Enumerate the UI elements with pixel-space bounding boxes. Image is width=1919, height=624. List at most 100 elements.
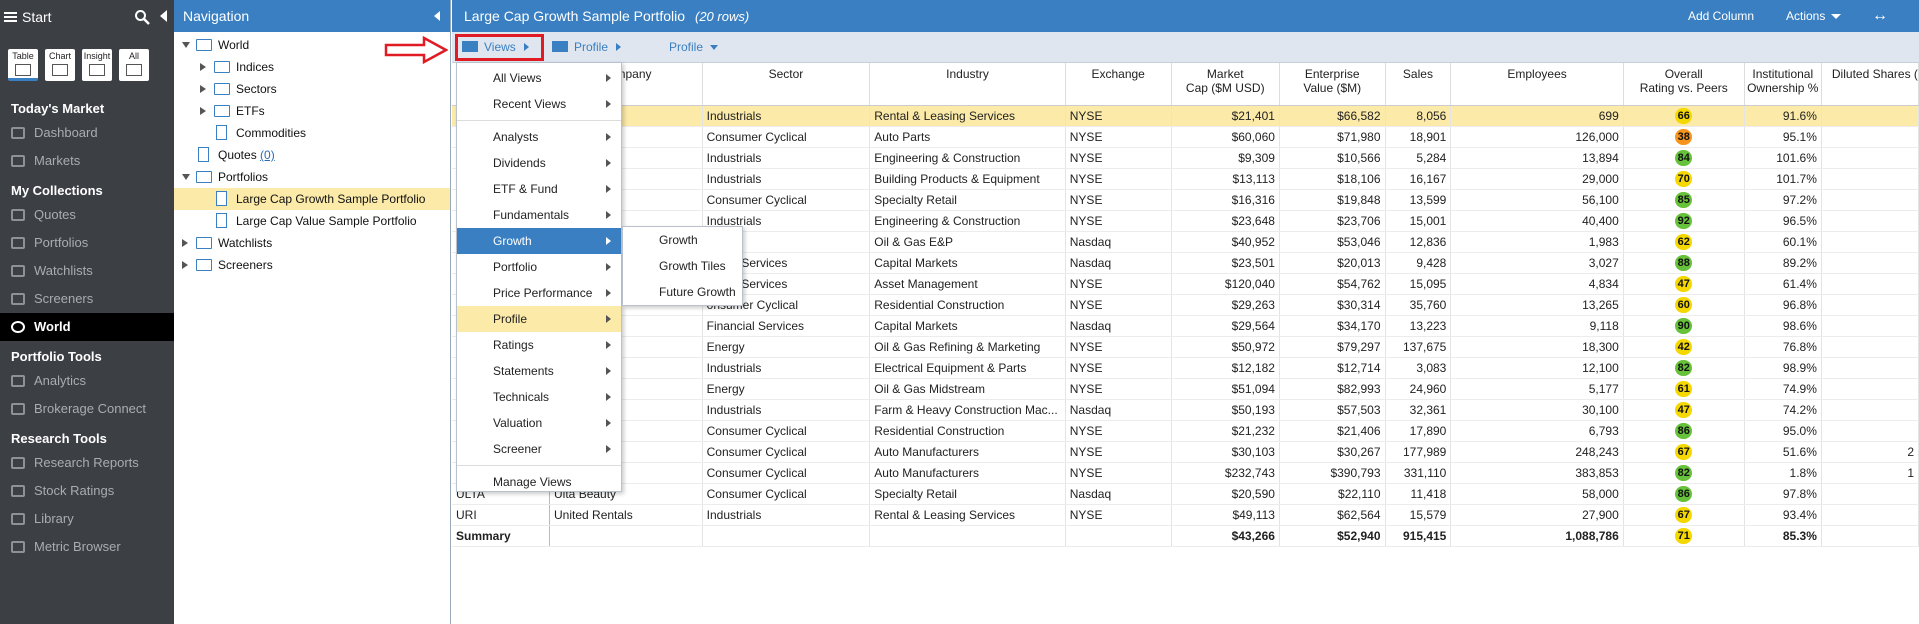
table-row[interactable]: ULTA Ulta Beauty Consumer Cyclical Specialt… xyxy=(452,483,1919,505)
column-header-sector[interactable]: Sector xyxy=(702,63,871,106)
sidebar-item-screeners[interactable]: Screeners xyxy=(0,285,174,313)
collapse-navigation-icon[interactable] xyxy=(434,11,440,21)
search-icon[interactable] xyxy=(134,9,150,25)
menu-item-valuation[interactable]: Valuation xyxy=(457,410,621,436)
column-header-exchange[interactable]: Exchange xyxy=(1065,63,1172,106)
submenu-item-growth-tiles[interactable]: Growth Tiles xyxy=(623,253,742,279)
column-header-sales[interactable]: Sales xyxy=(1385,63,1452,106)
analytics-icon xyxy=(11,375,25,387)
column-header-market-cap-m-usd[interactable]: Market Cap ($M USD) xyxy=(1171,63,1280,106)
sidebar-item-dashboard[interactable]: Dashboard xyxy=(0,119,174,147)
menu-item-recent-views[interactable]: Recent Views xyxy=(457,91,621,117)
tree-node-large-cap-value-sample-portfolio[interactable]: Large Cap Value Sample Portfolio xyxy=(174,210,450,232)
sidebar-item-metric-browser[interactable]: Metric Browser xyxy=(0,533,174,561)
tree-node-portfolios[interactable]: Portfolios xyxy=(174,166,450,188)
collapse-sidebar-icon[interactable] xyxy=(160,10,167,22)
menu-item-all-views[interactable]: All Views xyxy=(457,65,621,91)
menu-item-portfolio[interactable]: Portfolio xyxy=(457,254,621,280)
tree-node-quotes[interactable]: Quotes (0) xyxy=(174,144,450,166)
tree-node-sectors[interactable]: Sectors xyxy=(174,78,450,100)
table-row[interactable]: Consumer Cyclical Auto Manufacturers NYSE $… xyxy=(452,441,1919,463)
cell-sales: 331,110 xyxy=(1385,462,1452,484)
chevron-right-icon[interactable] xyxy=(182,261,188,269)
column-header-enterprise-value-m[interactable]: Enterprise Value ($M) xyxy=(1279,63,1386,106)
column-header-overall-rating-vs-peers[interactable]: Overall Rating vs. Peers xyxy=(1623,63,1745,106)
sidebar-item-analytics[interactable]: Analytics xyxy=(0,367,174,395)
mode-chart-button[interactable]: Chart xyxy=(45,49,75,81)
menu-item-ratings[interactable]: Ratings xyxy=(457,332,621,358)
table-row[interactable]: Consumer Cyclical Auto Parts NYSE $60,060 $7… xyxy=(452,126,1919,148)
table-row[interactable]: Consumer Cyclical Residential Constructio… xyxy=(452,420,1919,442)
table-row[interactable]: ldingsIndustrialsRental & Leasing Servic… xyxy=(452,105,1919,127)
tree-node-large-cap-growth-sample-portfolio[interactable]: Large Cap Growth Sample Portfolio xyxy=(174,188,450,210)
column-header-diluted-shares[interactable]: Diluted Shares ( xyxy=(1821,63,1919,106)
table-row[interactable]: Industrials Farm & Heavy Construction Mac… xyxy=(452,399,1919,421)
sidebar-item-quotes[interactable]: Quotes xyxy=(0,201,174,229)
cell-mcap: $40,952 xyxy=(1171,231,1280,253)
table-row[interactable]: Industrials Engineering & Construction NYS… xyxy=(452,147,1919,169)
mode-table-button[interactable]: Table xyxy=(8,49,38,81)
menu-icon[interactable] xyxy=(4,10,17,24)
table-row[interactable]: orConsumer CyclicalAuto ManufacturersNYS… xyxy=(452,462,1919,484)
menu-item-statements[interactable]: Statements xyxy=(457,358,621,384)
column-header-industry[interactable]: Industry xyxy=(869,63,1066,106)
table-row[interactable]: ricIndustrialsElectrical Equipment & Par… xyxy=(452,357,1919,379)
table-row[interactable]: ting GoodsConsumer CyclicalSpecialty Ret… xyxy=(452,189,1919,211)
expand-icon[interactable]: ↔ xyxy=(1872,0,1888,32)
actions-menu-button[interactable]: Actions xyxy=(1786,0,1842,32)
mode-all-button[interactable]: All xyxy=(119,49,149,81)
chevron-right-icon[interactable] xyxy=(200,85,206,93)
sidebar-item-world[interactable]: World xyxy=(0,313,174,341)
menu-item-screener[interactable]: Screener xyxy=(457,436,621,462)
chevron-right-icon[interactable] xyxy=(182,239,188,247)
table-row[interactable]: Energy Oil & Gas Midstream NYSE $51,094 $82,… xyxy=(452,378,1919,400)
table-row[interactable]: etroleumEnergyOil & Gas Refining & Marke… xyxy=(452,336,1919,358)
cell-exch: NYSE xyxy=(1065,147,1172,169)
menu-item-price-performance[interactable]: Price Performance xyxy=(457,280,621,306)
start-label[interactable]: Start xyxy=(22,9,52,25)
cell-emp: 5,177 xyxy=(1450,378,1624,400)
profile-breadcrumb[interactable]: Profile xyxy=(552,32,622,63)
sidebar-item-label: Analytics xyxy=(34,373,87,388)
menu-item-growth[interactable]: Growth xyxy=(457,228,621,254)
sidebar-item-watchlists[interactable]: Watchlists xyxy=(0,257,174,285)
menu-item-label: Price Performance xyxy=(493,286,593,300)
cell-sector: Industrials xyxy=(702,168,871,190)
cell-emp: 4,834 xyxy=(1450,273,1624,295)
sidebar-item-stock-ratings[interactable]: Stock Ratings xyxy=(0,477,174,505)
tree-node-watchlists[interactable]: Watchlists xyxy=(174,232,450,254)
menu-item-technicals[interactable]: Technicals xyxy=(457,384,621,410)
submenu-item-future-growth[interactable]: Future Growth xyxy=(623,279,742,305)
menu-item-manage-views[interactable]: Manage Views xyxy=(457,469,621,495)
chevron-right-icon[interactable] xyxy=(200,107,206,115)
mode-insight-button[interactable]: Insight xyxy=(82,49,112,81)
cell-industry: Auto Manufacturers xyxy=(869,441,1066,463)
submenu-item-growth[interactable]: Growth xyxy=(623,227,742,253)
sidebar-item-portfolios[interactable]: Portfolios xyxy=(0,229,174,257)
column-header-employees[interactable]: Employees xyxy=(1450,63,1624,106)
sidebar-item-research-reports[interactable]: Research Reports xyxy=(0,449,174,477)
table-row[interactable]: stSourceIndustrialsBuilding Products & E… xyxy=(452,168,1919,190)
chevron-down-icon[interactable] xyxy=(182,174,190,180)
sidebar-item-library[interactable]: Library xyxy=(0,505,174,533)
table-row[interactable]: URI United Rentals Industrials Rental & Lea… xyxy=(452,504,1919,526)
menu-item-dividends[interactable]: Dividends xyxy=(457,150,621,176)
tree-node-etfs[interactable]: ETFs xyxy=(174,100,450,122)
tree-node-screeners[interactable]: Screeners xyxy=(174,254,450,276)
table-row[interactable]: dgsFinancial ServicesCapital MarketsNasd… xyxy=(452,315,1919,337)
cell-rating: 90 xyxy=(1623,315,1745,337)
menu-item-etf-fund[interactable]: ETF & Fund xyxy=(457,176,621,202)
chevron-down-icon[interactable] xyxy=(182,42,190,48)
tree-node-commodities[interactable]: Commodities xyxy=(174,122,450,144)
menu-item-profile[interactable]: Profile xyxy=(457,306,621,332)
chevron-right-icon[interactable] xyxy=(200,63,206,71)
add-column-button[interactable]: Add Column xyxy=(1688,0,1754,32)
menu-item-fundamentals[interactable]: Fundamentals xyxy=(457,202,621,228)
cell-inst: 61.4% xyxy=(1744,273,1822,295)
quotes-count-link[interactable]: (0) xyxy=(260,148,275,162)
profile-view-dropdown[interactable]: Profile xyxy=(669,32,719,63)
sidebar-item-markets[interactable]: Markets xyxy=(0,147,174,175)
menu-item-analysts[interactable]: Analysts xyxy=(457,124,621,150)
column-header-institutional-ownership[interactable]: Institutional Ownership % xyxy=(1744,63,1822,106)
sidebar-item-brokerage-connect[interactable]: Brokerage Connect xyxy=(0,395,174,423)
